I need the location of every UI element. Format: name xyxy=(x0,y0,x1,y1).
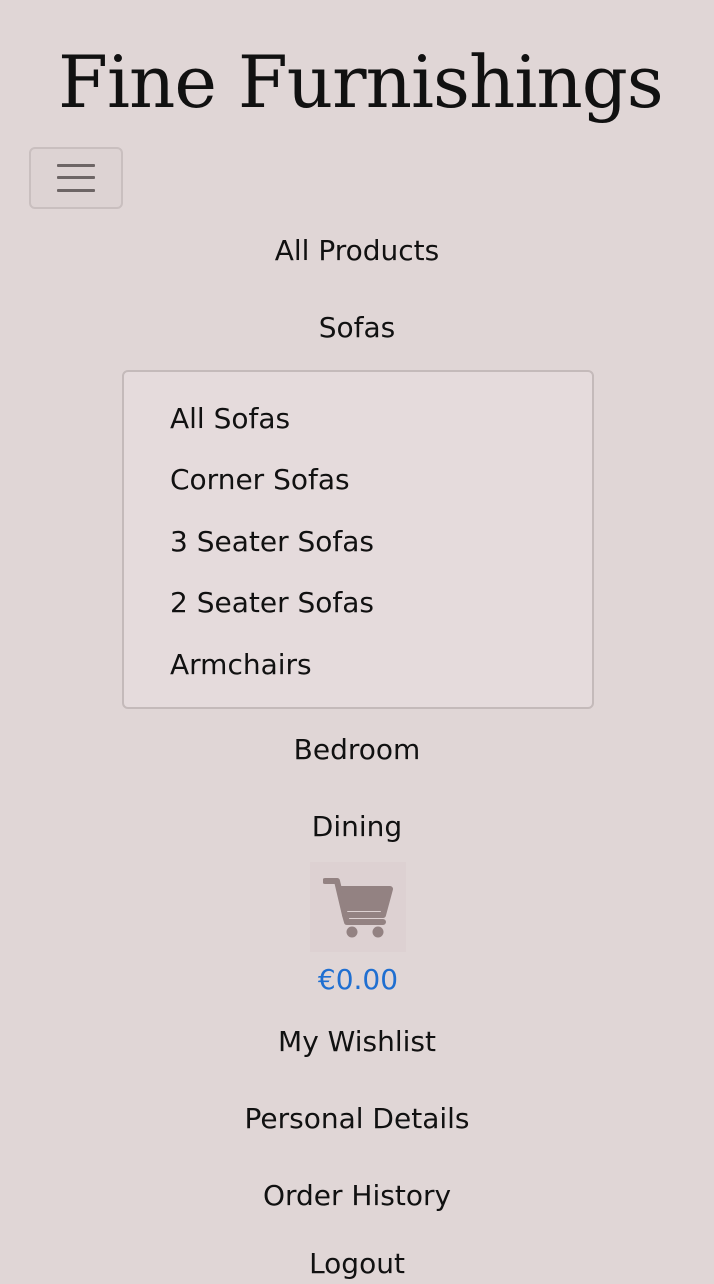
brand-logo-text[interactable]: Fine Furnishings xyxy=(58,38,664,126)
nav-item-bedroom[interactable]: Bedroom xyxy=(0,730,714,770)
dropdown-item-3-seater-sofas[interactable]: 3 Seater Sofas xyxy=(170,522,374,562)
navbar-toggler-button[interactable] xyxy=(29,147,123,209)
cart-total: €0.00 xyxy=(317,963,399,996)
cart-icon-container xyxy=(310,862,406,952)
hamburger-menu-icon xyxy=(57,163,95,193)
nav-item-order-history[interactable]: Order History xyxy=(0,1176,714,1216)
nav-item-logout[interactable]: Logout xyxy=(0,1244,714,1284)
nav-item-dining[interactable]: Dining xyxy=(0,807,714,847)
sofas-dropdown-menu: All Sofas Corner Sofas 3 Seater Sofas 2 … xyxy=(122,370,594,709)
nav-item-all-products[interactable]: All Products xyxy=(0,231,714,271)
nav-item-sofas[interactable]: Sofas xyxy=(0,308,714,348)
dropdown-item-armchairs[interactable]: Armchairs xyxy=(170,645,312,685)
nav-item-my-wishlist[interactable]: My Wishlist xyxy=(0,1022,714,1062)
shopping-cart-icon xyxy=(323,878,393,938)
nav-item-personal-details[interactable]: Personal Details xyxy=(0,1099,714,1139)
dropdown-item-corner-sofas[interactable]: Corner Sofas xyxy=(170,460,350,500)
cart-link[interactable]: €0.00 xyxy=(310,862,406,1002)
dropdown-item-all-sofas[interactable]: All Sofas xyxy=(170,399,290,439)
dropdown-item-2-seater-sofas[interactable]: 2 Seater Sofas xyxy=(170,583,374,623)
